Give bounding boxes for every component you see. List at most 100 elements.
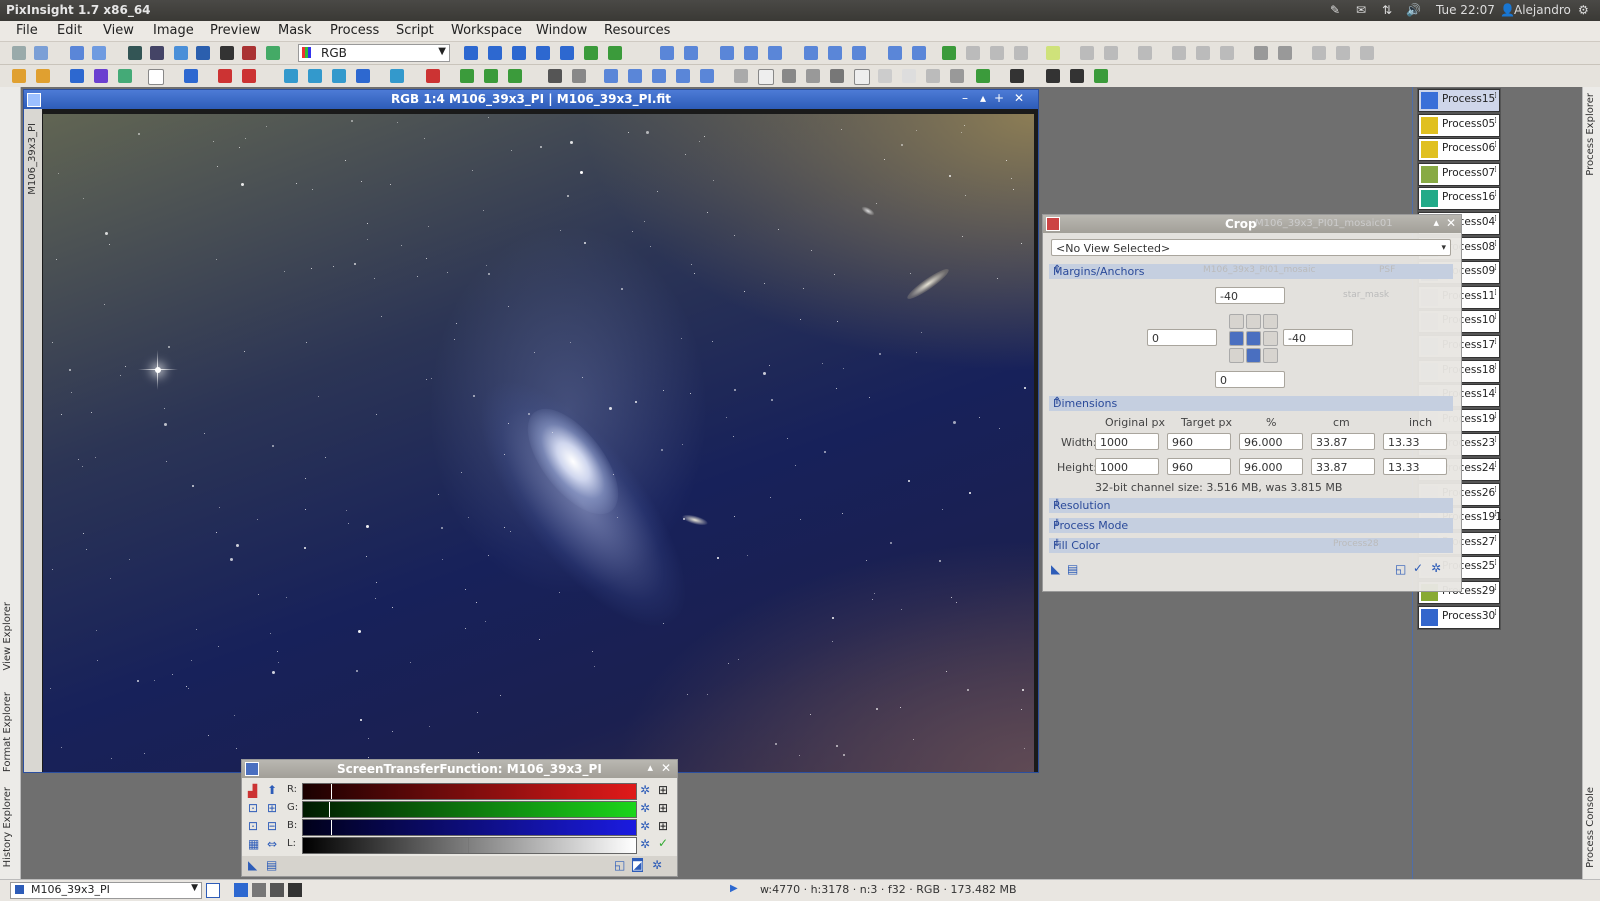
process-icon-9[interactable]	[242, 69, 256, 83]
drag-handle-icon[interactable]: ⁞	[1494, 386, 1497, 396]
tool-icon-f[interactable]	[1220, 46, 1234, 60]
width-cm[interactable]: 33.87	[1311, 433, 1375, 450]
menu-edit[interactable]: Edit	[57, 23, 82, 38]
drag-handle-icon[interactable]: ⁞	[1494, 140, 1497, 150]
drag-handle-icon[interactable]: ⁞	[1494, 263, 1497, 273]
process-icon-process15[interactable]: Process15 ⁞	[1418, 89, 1500, 112]
drag-handle-icon[interactable]: ⁞	[1494, 435, 1497, 445]
document-icon[interactable]	[206, 883, 220, 898]
menu-preview[interactable]: Preview	[210, 23, 261, 38]
process-icon-6[interactable]	[148, 69, 164, 85]
crop-icon[interactable]	[734, 69, 748, 83]
auto-stretch-icon[interactable]: ✲	[652, 858, 662, 872]
menu-workspace[interactable]: Workspace	[451, 23, 522, 38]
mirror-icon-2[interactable]	[700, 69, 714, 83]
anchor-tl[interactable]	[1229, 314, 1244, 329]
layer-icon-4[interactable]	[1070, 69, 1084, 83]
reset-icon[interactable]: ⊞	[658, 819, 668, 833]
image-window-titlebar[interactable]: RGB 1:4 M106_39x3_PI | M106_39x3_PI.fit …	[24, 90, 1038, 109]
channel-icon[interactable]	[128, 46, 142, 60]
margin-bottom-input[interactable]: 0	[1215, 371, 1285, 388]
edit-indicator-icon[interactable]: ✎	[1330, 3, 1340, 17]
mail-icon[interactable]: ✉	[1356, 3, 1366, 17]
undo-icon[interactable]	[12, 46, 26, 60]
process-icon-15[interactable]	[426, 69, 440, 83]
anchor-mc[interactable]	[1246, 331, 1261, 346]
new-instance-icon[interactable]: ◣	[248, 858, 257, 872]
layer-icon-2[interactable]	[1010, 69, 1024, 83]
reset-icon[interactable]: ⊞	[658, 801, 668, 815]
zoom-out-icon[interactable]: ⊟	[267, 819, 277, 833]
channel-icon-2[interactable]	[150, 46, 164, 60]
mask-remove-icon[interactable]	[1014, 46, 1028, 60]
apply-icon[interactable]: ✓	[658, 836, 668, 850]
stf-icon[interactable]	[220, 46, 234, 60]
image-window[interactable]: RGB 1:4 M106_39x3_PI | M106_39x3_PI.fit …	[23, 89, 1039, 773]
drag-handle-icon[interactable]: ⁞	[1494, 337, 1497, 347]
window-icon-3[interactable]	[852, 46, 866, 60]
process-icon-process16[interactable]: Process16 ⁞	[1418, 187, 1500, 211]
stf-window[interactable]: ScreenTransferFunction: M106_39x3_PI ▴ ✕…	[241, 759, 678, 877]
view-select[interactable]: M106_39x3_PI ▼	[10, 882, 202, 899]
close-icon[interactable]: ✕	[1446, 216, 1456, 230]
height-percent[interactable]: 96.000	[1239, 458, 1303, 475]
mirror-icon[interactable]	[676, 69, 690, 83]
tool-icon-i[interactable]	[1312, 46, 1326, 60]
reset-icon[interactable]: ⊞	[658, 783, 668, 797]
anchor-bl[interactable]	[1229, 348, 1244, 363]
anchor-tr[interactable]	[1263, 314, 1278, 329]
rotate-icon-2[interactable]	[628, 69, 642, 83]
width-inch[interactable]: 13.33	[1383, 433, 1447, 450]
network-icon[interactable]: ⇅	[1382, 3, 1392, 17]
zoom-1-1-icon[interactable]	[512, 46, 526, 60]
stf-handle-b[interactable]	[331, 820, 332, 835]
zoom-out-icon[interactable]	[684, 46, 698, 60]
display-mode-rgb[interactable]	[234, 883, 248, 897]
process-icon-2[interactable]	[36, 69, 50, 83]
crop-dialog[interactable]: Crop M106_39x3_PI01_mosaic01 ▴ ✕ <No Vie…	[1042, 214, 1462, 592]
tool-icon-d[interactable]	[1172, 46, 1186, 60]
drag-handle-icon[interactable]: ⁞	[1494, 91, 1497, 101]
zoom-icon-3[interactable]	[720, 46, 734, 60]
process-console-tab[interactable]: Process Console	[1585, 787, 1596, 868]
tool-icon-j[interactable]	[1336, 46, 1350, 60]
process-icon-17[interactable]	[484, 69, 498, 83]
process-icon-14[interactable]	[390, 69, 404, 83]
section-resolution[interactable]: Resolution ⇓	[1049, 498, 1453, 513]
layout-icon-2[interactable]	[912, 46, 926, 60]
reset-icon[interactable]: ◱	[1395, 562, 1406, 576]
anchor-tc[interactable]	[1246, 314, 1261, 329]
menu-mask[interactable]: Mask	[278, 23, 311, 38]
drag-handle-icon[interactable]: ⁞	[1494, 485, 1497, 495]
process-icon-19[interactable]	[548, 69, 562, 83]
mask-hide-icon[interactable]	[966, 46, 980, 60]
anchor-br[interactable]	[1263, 348, 1278, 363]
clock[interactable]: Tue 22:07	[1436, 3, 1495, 17]
shade-icon[interactable]: ▴	[980, 91, 986, 105]
apply-global-icon[interactable]: ✲	[1431, 561, 1441, 575]
up-arrow-icon[interactable]: ⬆	[267, 783, 277, 797]
view-list-icon[interactable]: ▤	[266, 858, 277, 872]
drag-handle-icon[interactable]: ⁞	[1494, 165, 1497, 175]
track-icon[interactable]: ⊡	[248, 819, 258, 833]
grid-icon[interactable]: ▦	[248, 837, 259, 851]
tool-icon-g[interactable]	[1254, 46, 1268, 60]
drag-handle-icon[interactable]: ⁞	[1494, 288, 1497, 298]
drag-handle-icon[interactable]: ⁞	[1494, 534, 1497, 544]
drag-handle-icon[interactable]: ⁞	[1494, 411, 1497, 421]
layer-icon-3[interactable]	[1046, 69, 1060, 83]
margin-top-input[interactable]: -40	[1215, 287, 1285, 304]
redo-icon[interactable]	[34, 46, 48, 60]
anchor-ml[interactable]	[1229, 331, 1244, 346]
margin-right-input[interactable]: -40	[1283, 329, 1353, 346]
rotate-icon[interactable]	[604, 69, 618, 83]
auto-stretch-icon[interactable]: ✲	[640, 801, 650, 815]
close-icon[interactable]: ✕	[1014, 91, 1024, 105]
process-icon-process30[interactable]: Process30 ⁞	[1418, 605, 1500, 629]
margin-left-input[interactable]: 0	[1147, 329, 1217, 346]
height-inch[interactable]: 13.33	[1383, 458, 1447, 475]
fit-icon[interactable]: ⇔	[267, 837, 277, 851]
gray-icon-8[interactable]	[950, 69, 964, 83]
maximize-icon[interactable]: +	[994, 91, 1004, 105]
menu-image[interactable]: Image	[153, 23, 194, 38]
